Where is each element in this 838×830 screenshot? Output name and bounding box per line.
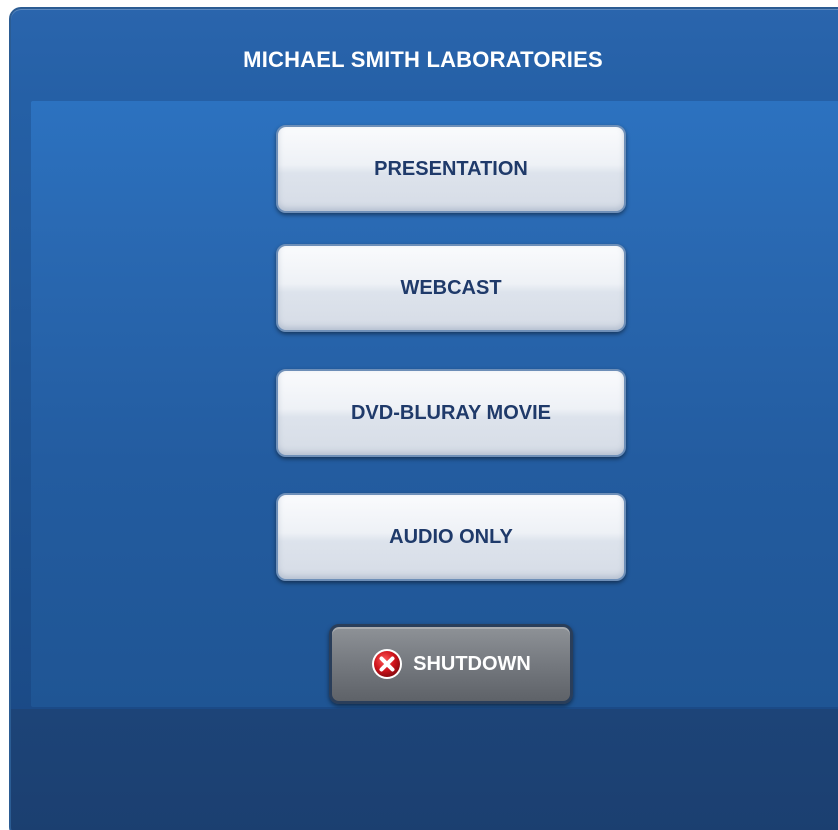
shutdown-button[interactable]: SHUTDOWN bbox=[329, 624, 573, 704]
page-title: MICHAEL SMITH LABORATORIES bbox=[243, 47, 603, 72]
source-selection-panel: PRESENTATION WEBCAST DVD-BLURAY MOVIE AU… bbox=[31, 101, 838, 707]
presentation-button[interactable]: PRESENTATION bbox=[276, 125, 626, 213]
control-window: MICHAEL SMITH LABORATORIES PRESENTATION … bbox=[9, 7, 838, 830]
close-circle-icon bbox=[371, 648, 403, 680]
webcast-button[interactable]: WEBCAST bbox=[276, 244, 626, 332]
shutdown-label: SHUTDOWN bbox=[413, 652, 531, 675]
dvd-bluray-movie-button[interactable]: DVD-BLURAY MOVIE bbox=[276, 369, 626, 457]
audio-only-button[interactable]: AUDIO ONLY bbox=[276, 493, 626, 581]
footer-band bbox=[11, 709, 838, 830]
